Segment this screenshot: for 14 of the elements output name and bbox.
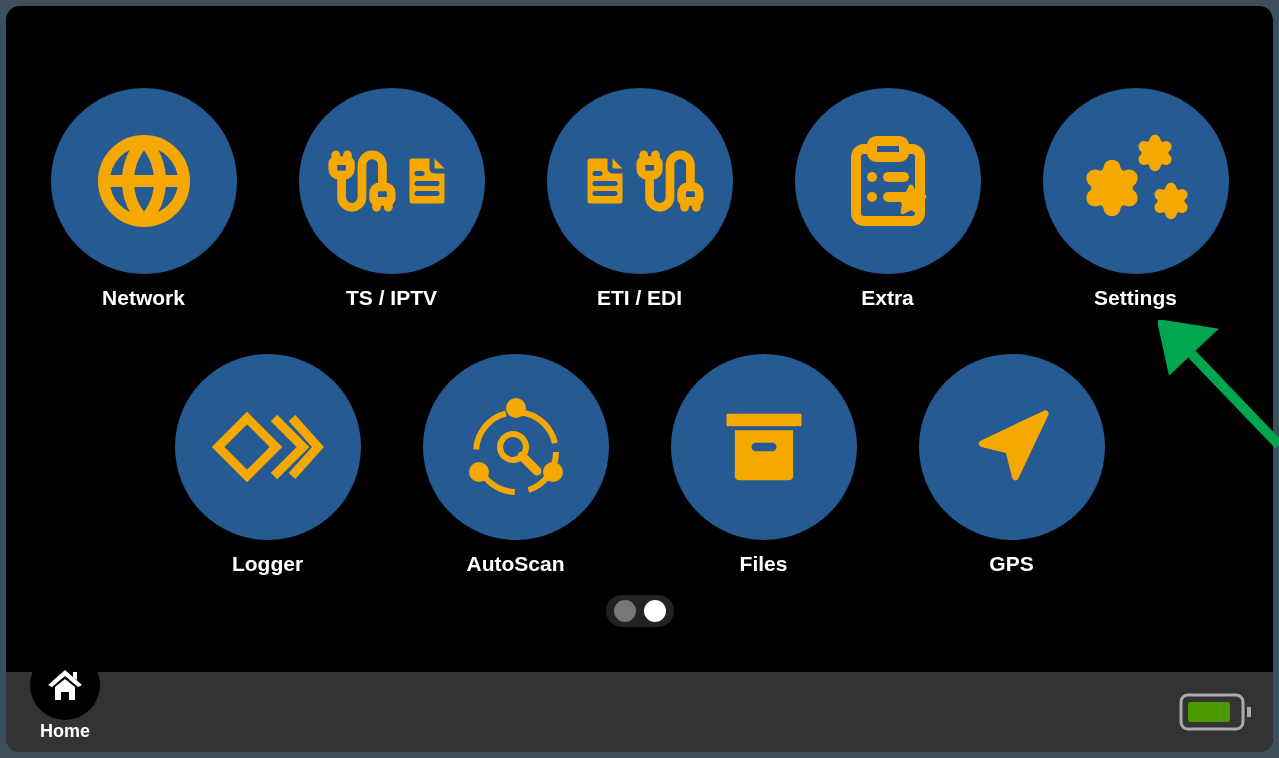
house-icon bbox=[47, 668, 83, 702]
app-label: Extra bbox=[861, 285, 914, 311]
app-label: TS / IPTV bbox=[346, 285, 437, 311]
app-label: Logger bbox=[231, 550, 304, 577]
app-label: AutoScan bbox=[466, 550, 565, 577]
app-label: Network bbox=[102, 285, 185, 311]
chevrons-icon bbox=[211, 411, 324, 482]
battery-icon bbox=[1179, 693, 1251, 731]
app-label: ETI / EDI bbox=[596, 285, 683, 311]
app-label: Settings bbox=[1094, 285, 1177, 311]
app-label: GPS bbox=[989, 550, 1034, 577]
globe-icon bbox=[95, 133, 192, 229]
home-label: Home bbox=[40, 720, 90, 743]
app-label: Files bbox=[739, 550, 788, 577]
